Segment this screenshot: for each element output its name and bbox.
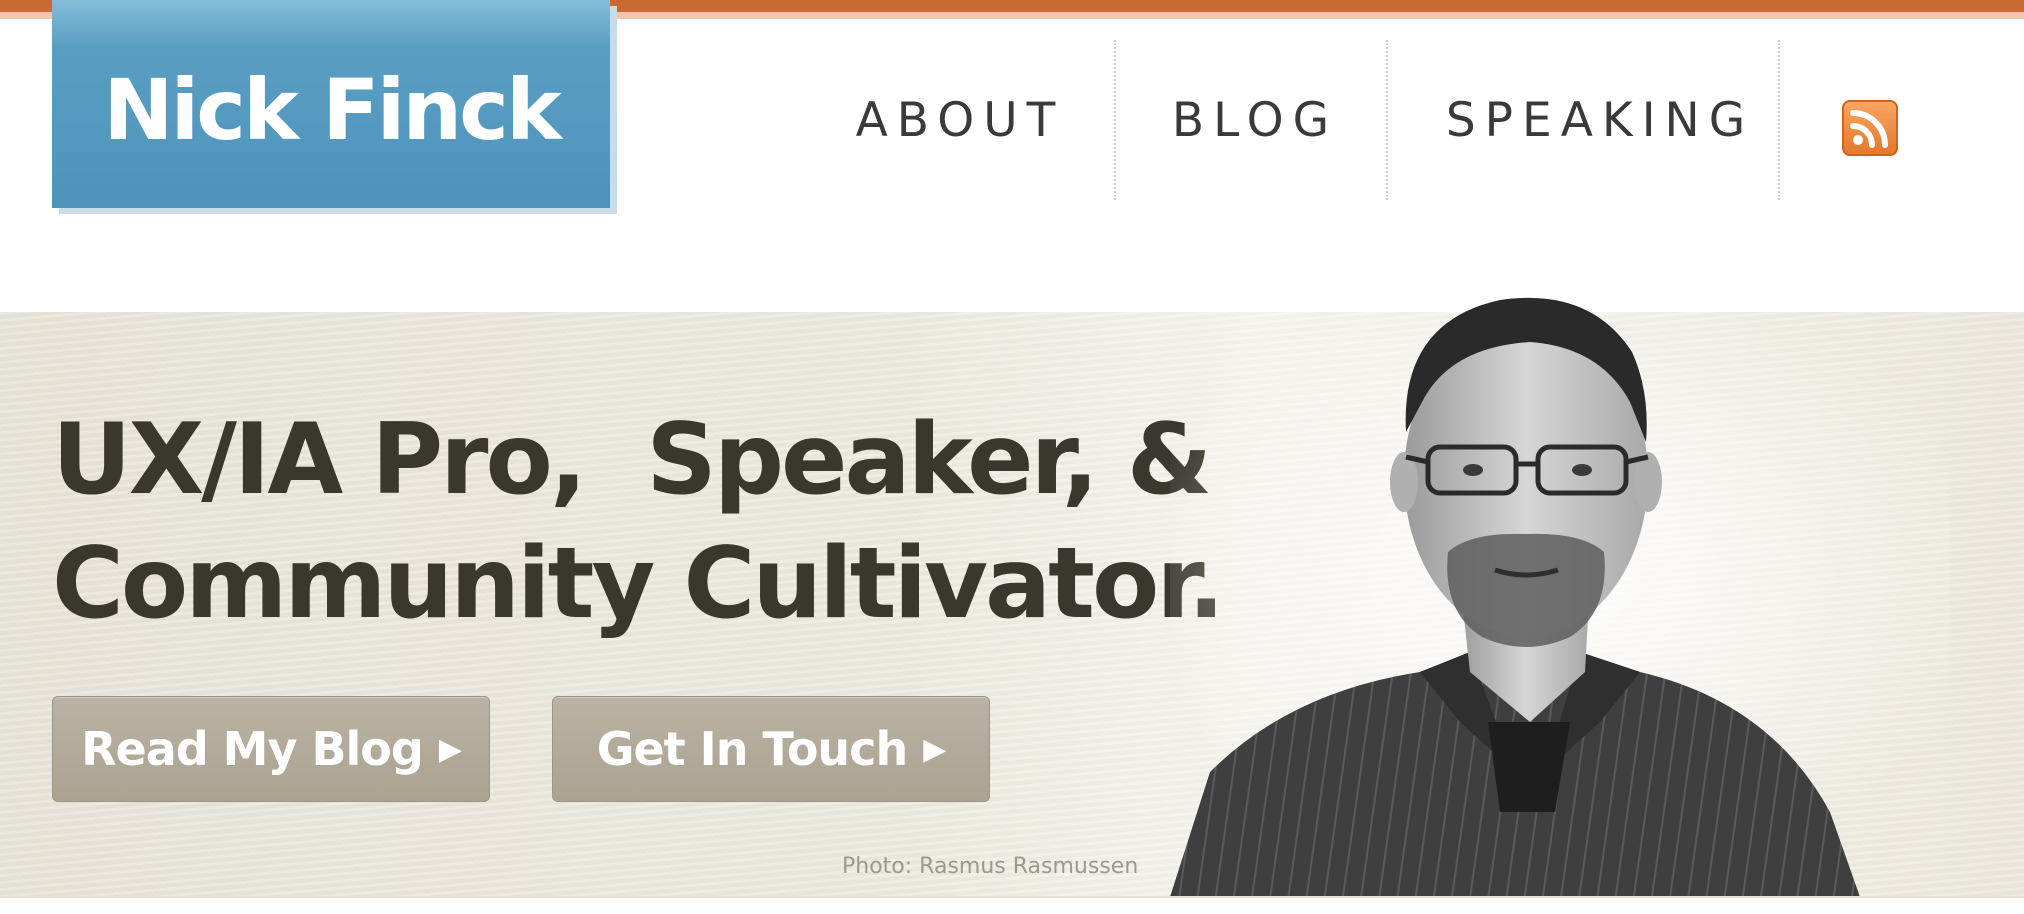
- caret-right-icon: ▶: [438, 731, 462, 767]
- nav-divider: [1114, 40, 1116, 200]
- hero-headline: UX/IA Pro, Speaker, & Community Cultivat…: [52, 398, 1225, 646]
- caret-right-icon: ▶: [923, 731, 946, 767]
- nav-divider: [1386, 40, 1388, 200]
- nav-speaking[interactable]: SPEAKING: [1420, 40, 1780, 200]
- divider: [0, 896, 2024, 898]
- get-in-touch-button[interactable]: Get In Touch ▶: [552, 696, 990, 802]
- read-my-blog-label: Read My Blog: [81, 722, 424, 776]
- headline-line-1: UX/IA Pro, Speaker, &: [52, 403, 1212, 517]
- nav-about[interactable]: ABOUT: [840, 40, 1080, 200]
- rss-feed-icon[interactable]: [1842, 100, 1898, 156]
- hero-banner: UX/IA Pro, Speaker, & Community Cultivat…: [0, 297, 2024, 897]
- get-in-touch-label: Get In Touch: [596, 722, 908, 776]
- portrait-photo: [1170, 297, 1950, 897]
- nav-divider: [1778, 40, 1780, 200]
- nav-blog[interactable]: BLOG: [1145, 40, 1365, 200]
- read-my-blog-button[interactable]: Read My Blog ▶: [52, 696, 490, 802]
- main-nav: ABOUT BLOG SPEAKING: [0, 40, 2024, 200]
- photo-credit: Photo: Rasmus Rasmussen: [842, 854, 1139, 879]
- headline-line-2: Community Cultivator.: [52, 527, 1225, 641]
